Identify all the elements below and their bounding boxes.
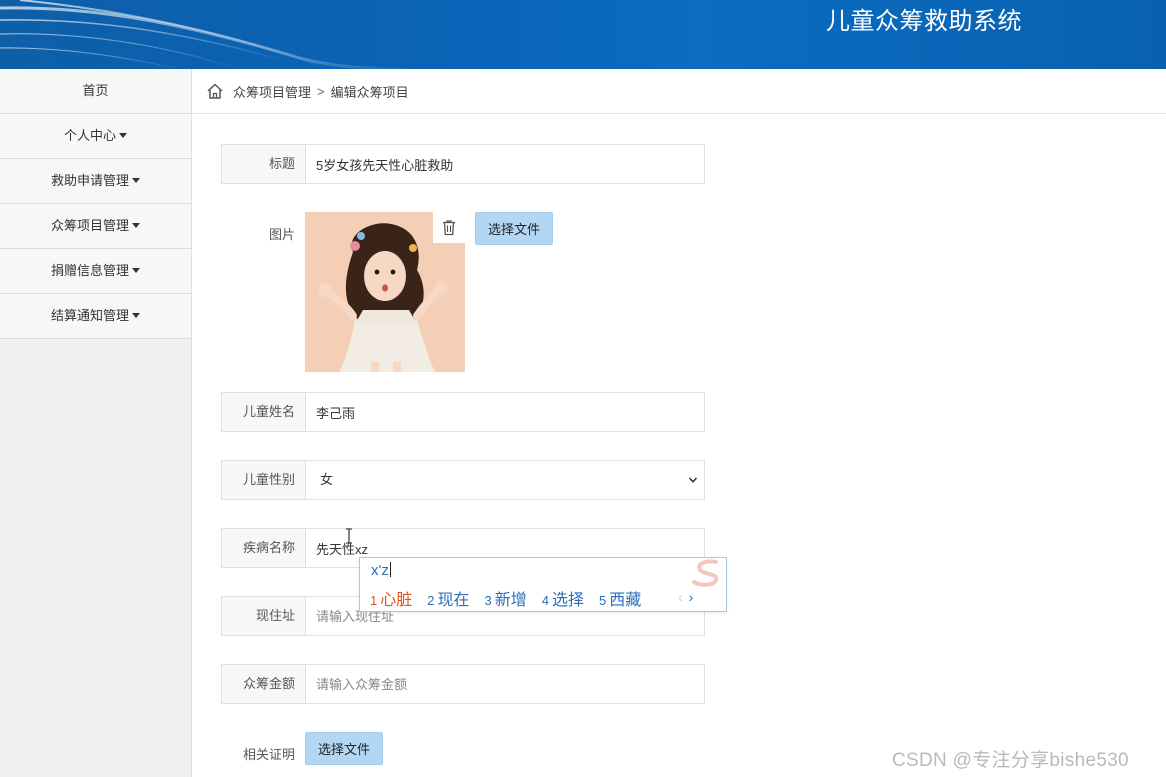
trash-icon bbox=[443, 220, 455, 236]
header-swoosh-decoration bbox=[0, 0, 420, 69]
amount-input[interactable] bbox=[306, 665, 704, 703]
sidebar-item-crowdfunding-projects[interactable]: 众筹项目管理 bbox=[0, 204, 191, 249]
caret-down-icon bbox=[132, 223, 140, 228]
title-row: 标题 bbox=[221, 144, 705, 184]
sidebar-item-donation-info[interactable]: 捐赠信息管理 bbox=[0, 249, 191, 294]
sidebar-item-label: 个人中心 bbox=[63, 128, 116, 143]
disease-label: 疾病名称 bbox=[222, 529, 306, 567]
breadcrumb-parent-link[interactable]: 众筹项目管理 bbox=[233, 82, 311, 101]
ime-pager: ‹ › bbox=[678, 589, 693, 605]
app-header: 儿童众筹救助系统 bbox=[0, 0, 1166, 69]
proof-label: 相关证明 bbox=[242, 747, 295, 762]
breadcrumb: 众筹项目管理 > 编辑众筹项目 bbox=[192, 69, 1166, 114]
ime-candidate[interactable]: 4 选择 bbox=[542, 586, 584, 610]
choose-proof-file-button[interactable]: 选择文件 bbox=[305, 732, 384, 765]
child-gender-select[interactable]: 女 bbox=[306, 461, 704, 499]
caret-down-icon bbox=[119, 133, 127, 138]
ime-candidate[interactable]: 1 心脏 bbox=[370, 586, 412, 610]
caret-down-icon bbox=[132, 268, 140, 273]
child-name-input[interactable] bbox=[306, 393, 704, 431]
title-label: 标题 bbox=[222, 145, 306, 183]
home-icon[interactable] bbox=[206, 82, 224, 100]
sidebar-item-label: 众筹项目管理 bbox=[50, 218, 129, 233]
ime-candidate-list: 1 心脏 2 现在 3 新增 4 选择 5 西藏 bbox=[370, 586, 656, 610]
image-label: 图片 bbox=[268, 227, 295, 242]
sidebar-item-label: 捐赠信息管理 bbox=[50, 263, 129, 278]
amount-label: 众筹金额 bbox=[222, 665, 306, 703]
child-gender-label: 儿童性别 bbox=[222, 461, 306, 499]
caret-down-icon bbox=[132, 313, 140, 318]
ime-candidate[interactable]: 3 新增 bbox=[485, 586, 527, 610]
ime-candidate[interactable]: 5 西藏 bbox=[599, 586, 641, 610]
text-cursor-icon bbox=[346, 528, 352, 544]
sidebar-item-personal-center[interactable]: 个人中心 bbox=[0, 114, 191, 159]
sidebar-item-aid-application[interactable]: 救助申请管理 bbox=[0, 159, 191, 204]
address-label: 现住址 bbox=[222, 597, 306, 635]
breadcrumb-current: 编辑众筹项目 bbox=[330, 84, 409, 100]
child-name-label: 儿童姓名 bbox=[222, 393, 306, 431]
app-title: 儿童众筹救助系统 bbox=[826, 8, 1022, 35]
sidebar-item-label: 首页 bbox=[82, 83, 109, 98]
choose-image-file-button[interactable]: 选择文件 bbox=[475, 212, 554, 245]
amount-row: 众筹金额 bbox=[221, 664, 705, 704]
csdn-watermark: CSDN @专注分享bishe530 bbox=[892, 750, 1129, 771]
ime-next-page-button[interactable]: › bbox=[689, 589, 694, 605]
child-name-row: 儿童姓名 bbox=[221, 392, 705, 432]
child-gender-selected: 女 bbox=[320, 472, 334, 487]
ime-composition: x'z bbox=[371, 562, 391, 579]
ime-candidate-popup: x'z 1 心脏 2 现在 3 新增 4 选择 5 西藏 ‹ › bbox=[359, 557, 727, 612]
title-input[interactable] bbox=[306, 145, 704, 183]
ime-prev-page-button[interactable]: ‹ bbox=[678, 589, 683, 605]
breadcrumb-separator: > bbox=[317, 83, 325, 99]
sidebar: 首页 个人中心 救助申请管理 众筹项目管理 捐赠信息管理 结算通知管理 bbox=[0, 69, 192, 777]
ime-logo-icon bbox=[692, 559, 719, 587]
child-gender-row: 儿童性别 女 bbox=[221, 460, 705, 500]
delete-image-button[interactable] bbox=[433, 212, 465, 243]
chevron-down-icon bbox=[688, 477, 698, 483]
ime-candidate[interactable]: 2 现在 bbox=[427, 586, 469, 610]
sidebar-item-label: 救助申请管理 bbox=[50, 173, 129, 188]
sidebar-item-label: 结算通知管理 bbox=[50, 308, 129, 323]
sidebar-item-settlement-notice[interactable]: 结算通知管理 bbox=[0, 294, 191, 339]
sidebar-item-home[interactable]: 首页 bbox=[0, 69, 191, 114]
caret-down-icon bbox=[132, 178, 140, 183]
